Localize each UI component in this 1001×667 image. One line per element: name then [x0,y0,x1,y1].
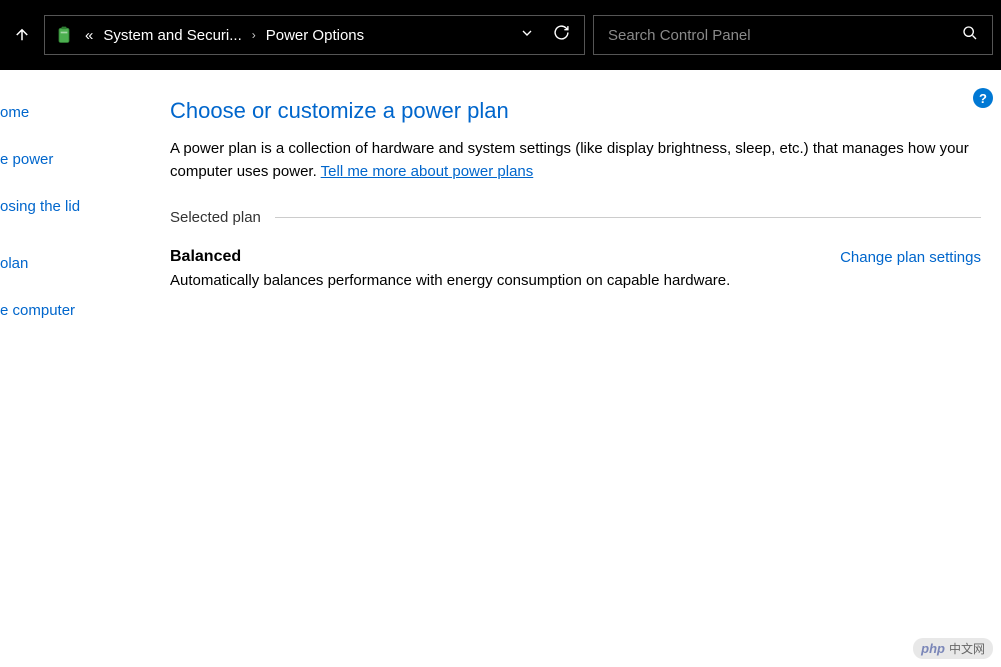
watermark-logo: php [921,641,945,656]
page-description: A power plan is a collection of hardware… [170,138,981,183]
search-input[interactable]: Search Control Panel [593,15,993,55]
breadcrumb-item-power[interactable]: Power Options [266,27,364,44]
sidebar-item-lid[interactable]: osing the lid [0,192,140,221]
refresh-icon[interactable] [553,24,570,46]
page-title: Choose or customize a power plan [170,98,981,124]
sidebar-item-computer[interactable]: e computer [0,296,140,325]
help-icon[interactable]: ? [973,88,993,108]
divider [275,217,981,218]
watermark: php 中文网 [913,638,993,659]
main-content: ? Choose or customize a power plan A pow… [140,70,1001,667]
sidebar: ome e power osing the lid olan e compute… [0,70,140,667]
content-wrapper: ome e power osing the lid olan e compute… [0,70,1001,667]
address-controls [519,24,576,46]
section-header: Selected plan [170,209,981,226]
top-toolbar: « System and Securi... › Power Options S… [0,0,1001,70]
search-placeholder: Search Control Panel [608,27,751,44]
watermark-badge: php 中文网 [913,638,993,659]
breadcrumb: « System and Securi... › Power Options [85,27,509,44]
watermark-text: 中文网 [949,640,985,657]
power-options-icon [53,24,75,46]
sidebar-item-home[interactable]: ome [0,98,140,127]
plan-row: Balanced Automatically balances performa… [170,248,981,289]
section-label: Selected plan [170,209,275,226]
breadcrumb-item-system[interactable]: System and Securi... [103,27,241,44]
search-icon[interactable] [962,25,978,46]
sidebar-item-plan[interactable]: olan [0,249,140,278]
description-text: A power plan is a collection of hardware… [170,140,969,180]
plan-name: Balanced [170,248,840,266]
address-bar[interactable]: « System and Securi... › Power Options [44,15,585,55]
change-plan-settings-link[interactable]: Change plan settings [840,248,981,266]
learn-more-link[interactable]: Tell me more about power plans [321,163,534,180]
plan-description: Automatically balances performance with … [170,272,840,289]
nav-up-button[interactable] [8,21,36,49]
plan-info: Balanced Automatically balances performa… [170,248,840,289]
breadcrumb-prefix: « [85,27,93,44]
sidebar-item-power[interactable]: e power [0,145,140,174]
chevron-right-icon: › [252,28,256,42]
chevron-down-icon[interactable] [519,25,535,46]
